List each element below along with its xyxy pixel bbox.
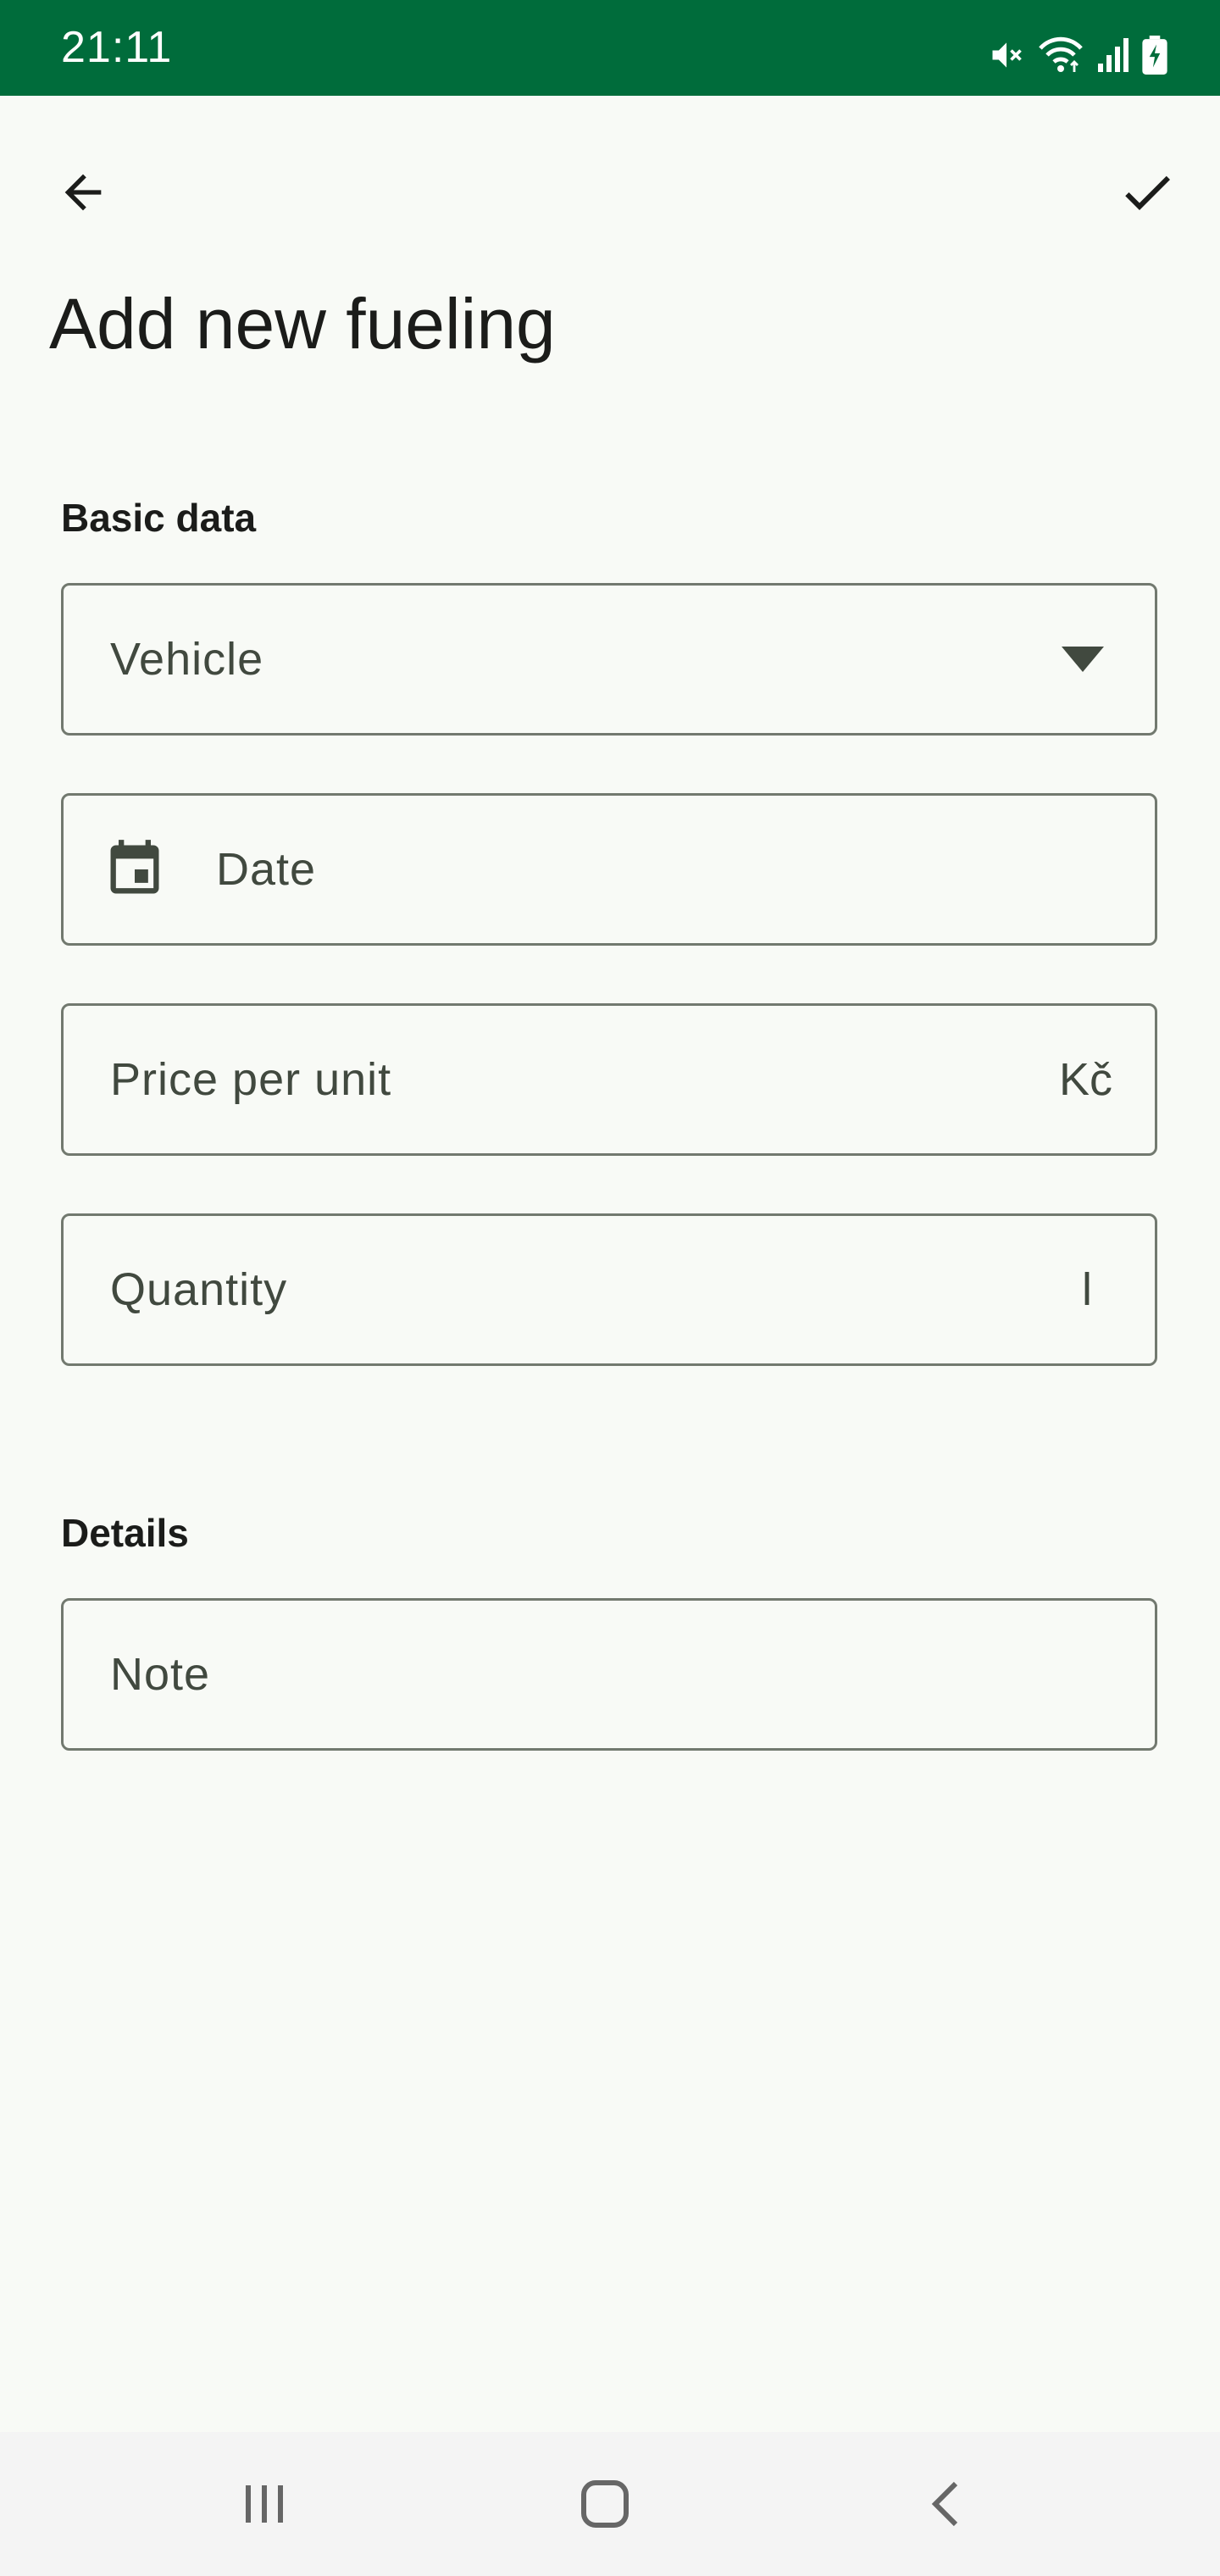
status-time: 21:11 [61, 23, 173, 72]
recents-icon [246, 2485, 283, 2523]
section-header-details: Details [61, 1511, 189, 1555]
signal-icon [1096, 36, 1130, 74]
home-button[interactable] [546, 2457, 664, 2551]
recents-button[interactable] [205, 2457, 324, 2551]
save-button[interactable] [1100, 145, 1195, 240]
date-field[interactable]: Date [61, 793, 1157, 946]
top-app-bar [0, 96, 1220, 291]
dropdown-arrow-icon [1062, 647, 1104, 672]
status-bar: 21:11 [0, 0, 1220, 96]
wifi-icon [1037, 36, 1084, 74]
currency-suffix: Kč [1058, 1054, 1112, 1105]
note-label: Note [110, 1649, 211, 1700]
system-navigation-bar [0, 2432, 1220, 2576]
quantity-label: Quantity [110, 1264, 288, 1315]
battery-charging-icon [1142, 36, 1167, 75]
price-per-unit-field[interactable]: Price per unit Kč [61, 1003, 1157, 1156]
quantity-field[interactable]: Quantity l [61, 1213, 1157, 1366]
price-per-unit-label: Price per unit [110, 1054, 392, 1105]
back-nav-button[interactable] [886, 2457, 1005, 2551]
section-header-basic-data: Basic data [61, 496, 257, 540]
vehicle-dropdown[interactable]: Vehicle [61, 583, 1157, 736]
note-field[interactable]: Note [61, 1598, 1157, 1751]
unit-suffix: l [1082, 1264, 1092, 1315]
check-icon [1125, 175, 1170, 210]
home-icon [581, 2480, 629, 2528]
vehicle-label: Vehicle [110, 634, 264, 685]
back-button[interactable] [36, 145, 130, 240]
page-title: Add new fueling [49, 284, 556, 364]
calendar-icon [110, 840, 159, 894]
date-label: Date [216, 844, 317, 895]
arrow-back-icon [64, 174, 102, 211]
status-icons [988, 34, 1167, 76]
back-nav-icon [931, 2481, 958, 2527]
mute-icon [988, 36, 1025, 74]
